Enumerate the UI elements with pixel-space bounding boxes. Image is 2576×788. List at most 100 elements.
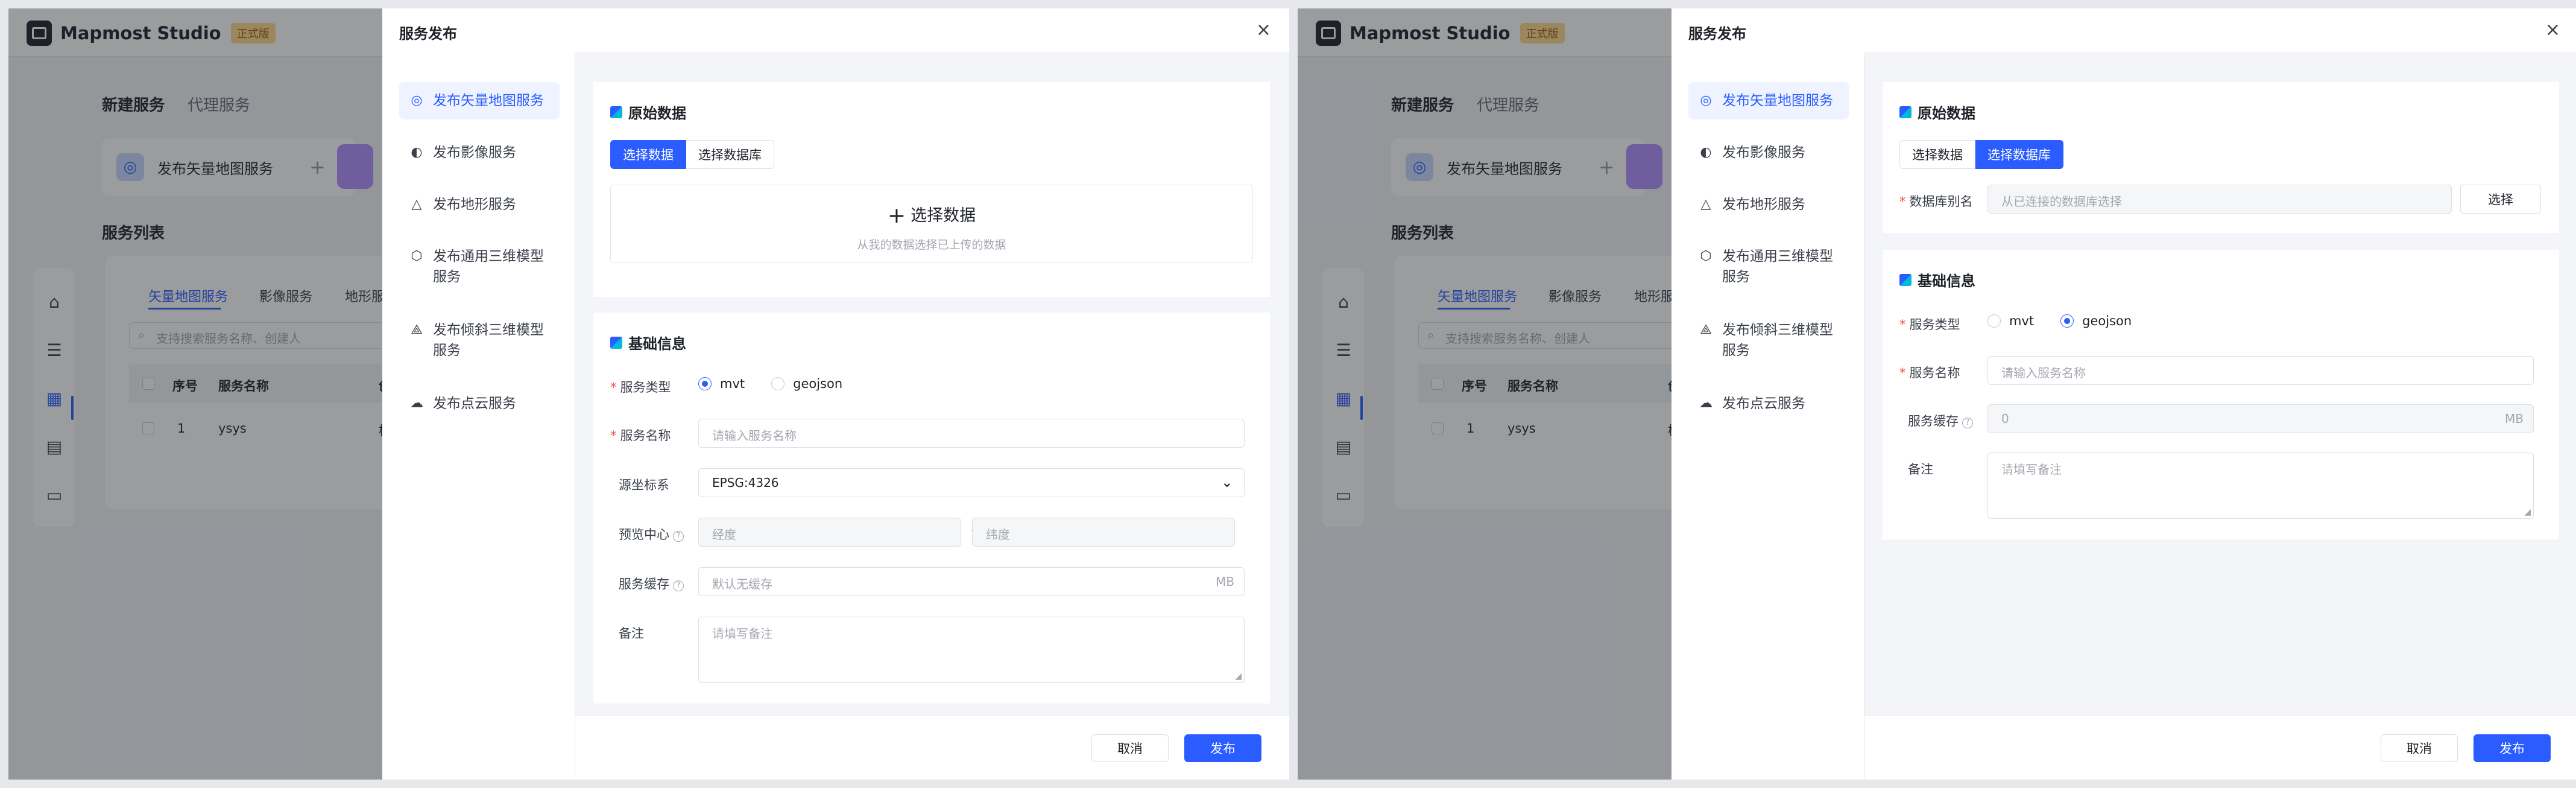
seg-select-data[interactable]: 选择数据 [610,140,686,169]
help-icon: ? [1962,418,1973,428]
section-title: 原始数据 [610,101,686,122]
cache-unit: MB [2505,411,2524,426]
screen-right: Mapmost Studio 正式版 新建服务 代理服务 ◎ 发布矢量地图服务 … [1298,8,2576,780]
publish-modal: 服务发布 × ◎ 发布矢量地图服务 ◐ 发布影像服务 △ 发布地形服务 ⬡ 发布… [1672,8,2576,780]
note-label: 备注 [619,626,644,641]
menu-point-cloud[interactable]: ☁ 发布点云服务 [1688,385,1849,422]
longitude-input[interactable]: 经度 [698,518,961,547]
cancel-button[interactable]: 取消 [1091,734,1169,762]
resize-handle-icon[interactable]: ◢ [2524,507,2531,517]
mountain-icon: △ [1700,197,1711,212]
row-service-name: * 服务名称 请输入服务名称 [610,419,1253,449]
select-data-box[interactable]: + 选择数据 从我的数据选择已上传的数据 [610,185,1253,263]
pyramid-icon: ⟁ [411,322,423,337]
radio-dot [698,377,712,390]
screen-left: Mapmost Studio 正式版 新建服务 代理服务 ◎ 发布矢量地图服务 … [8,8,1289,780]
menu-image[interactable]: ◐ 发布影像服务 [1688,134,1849,171]
close-icon[interactable]: × [2545,19,2560,40]
menu-label: 发布地形服务 [433,197,516,212]
menu-label: 发布倾斜三维模型服务 [1722,322,1833,358]
cache-unit: MB [1216,574,1234,589]
cache-input[interactable]: 默认无缓存 MB [698,567,1245,596]
service-menu: ◎ 发布矢量地图服务 ◐ 发布影像服务 △ 发布地形服务 ⬡ 发布通用三维模型服… [382,52,575,780]
menu-oblique-3d[interactable]: ⟁ 发布倾斜三维模型服务 [399,311,560,369]
cache-label: 服务缓存? [619,574,684,593]
close-icon[interactable]: × [1256,19,1271,40]
basic-section: 基础信息 * 服务类型 mvt geojson * 服务名称 请输入服务名称 源坐标… [593,313,1270,704]
modal-footer: 取消 发布 [1864,716,2576,780]
menu-oblique-3d[interactable]: ⟁ 发布倾斜三维模型服务 [1688,311,1849,369]
menu-terrain[interactable]: △ 发布地形服务 [399,186,560,223]
row-cache: 服务缓存? 0 MB [1899,404,2542,434]
seg-select-data[interactable]: 选择数据 [1899,140,1975,169]
modal-title: 服务发布 [1688,25,1746,42]
service-type-radios: mvt geojson [698,377,869,391]
basic-section: 基础信息 * 服务类型 mvt geojson * 服务名称 请输入服务名称 服务缓… [1883,250,2559,539]
cancel-button[interactable]: 取消 [2381,734,2458,762]
db-alias-input[interactable]: 从已连接的数据库选择 [1987,185,2452,214]
section-title: 基础信息 [1899,269,1975,290]
source-section: 原始数据 选择数据 选择数据库 + 选择数据 从我的数据选择已上传的数据 [593,82,1270,297]
modal-footer: 取消 发布 [575,716,1289,780]
modal-title: 服务发布 [399,25,457,42]
row-cache: 服务缓存? 默认无缓存 MB [610,567,1253,597]
menu-general-3d[interactable]: ⬡ 发布通用三维模型服务 [399,238,560,296]
cloud-icon: ☁ [1699,396,1713,411]
radio-geojson[interactable]: geojson [771,377,842,391]
service-name-input[interactable]: 请输入服务名称 [698,419,1245,448]
menu-label: 发布点云服务 [433,396,516,411]
radio-mvt[interactable]: mvt [1987,314,2034,328]
service-menu: ◎ 发布矢量地图服务 ◐ 发布影像服务 △ 发布地形服务 ⬡ 发布通用三维模型服… [1672,52,1864,780]
radio-dot [2060,314,2074,328]
pick-db-button[interactable]: 选择 [2460,185,2541,214]
row-center: 预览中心? 经度 - 纬度 [610,518,1253,548]
help-icon: ? [673,580,684,591]
menu-terrain[interactable]: △ 发布地形服务 [1688,186,1849,223]
image-globe-icon: ◐ [1700,145,1712,160]
cube-icon: ⬡ [411,249,423,264]
select-data-hint: 从我的数据选择已上传的数据 [857,238,1006,252]
radio-dot [1987,314,2001,328]
cache-input[interactable]: 0 MB [1987,404,2534,433]
row-service-type: * 服务类型 mvt geojson [610,370,1253,401]
note-textarea[interactable]: 请填写备注 ◢ [698,617,1245,683]
publish-modal: 服务发布 × ◎ 发布矢量地图服务 ◐ 发布影像服务 △ 发布地形服务 ⬡ 发布… [382,8,1289,780]
menu-label: 发布地形服务 [1722,197,1805,212]
section-mark-icon [610,336,622,349]
image-globe-icon: ◐ [411,145,423,160]
menu-general-3d[interactable]: ⬡ 发布通用三维模型服务 [1688,238,1849,296]
select-data-label: + 选择数据 [887,203,976,228]
service-name-input[interactable]: 请输入服务名称 [1987,356,2534,385]
plus-icon: + [887,203,906,228]
note-label: 备注 [1908,462,1933,477]
row-crs: 源坐标系 EPSG:4326 ⌄ [610,468,1253,498]
menu-point-cloud[interactable]: ☁ 发布点云服务 [399,385,560,422]
modal-content: 原始数据 选择数据 选择数据库 * 数据库别名 从已连接的数据库选择 选择 基础信… [1864,52,2576,716]
radio-mvt[interactable]: mvt [698,377,745,391]
publish-button[interactable]: 发布 [1184,734,1261,762]
menu-label: 发布点云服务 [1722,396,1805,411]
note-textarea[interactable]: 请填写备注 ◢ [1987,453,2534,519]
resize-handle-icon[interactable]: ◢ [1235,672,1242,681]
section-title: 原始数据 [1899,101,1975,122]
menu-image[interactable]: ◐ 发布影像服务 [399,134,560,171]
menu-vector[interactable]: ◎ 发布矢量地图服务 [399,82,560,119]
crs-select[interactable]: EPSG:4326 ⌄ [698,468,1245,497]
publish-button[interactable]: 发布 [2473,734,2551,762]
seg-select-db[interactable]: 选择数据库 [686,140,774,169]
service-type-radios: mvt geojson [1987,314,2158,328]
radio-geojson[interactable]: geojson [2060,314,2132,328]
globe-icon: ◎ [411,93,423,108]
basic-title: 基础信息 [628,335,686,352]
latitude-input[interactable]: 纬度 [972,518,1235,547]
seg-select-db[interactable]: 选择数据库 [1975,140,2063,169]
menu-vector[interactable]: ◎ 发布矢量地图服务 [1688,82,1849,119]
source-title: 原始数据 [628,105,686,122]
row-note: 备注 请填写备注 ◢ [1899,453,2542,519]
center-label: 预览中心? [619,525,684,543]
service-name-label: * 服务名称 [1899,366,1960,380]
service-type-label: * 服务类型 [1899,317,1960,332]
menu-label: 发布通用三维模型服务 [433,249,544,285]
menu-label: 发布倾斜三维模型服务 [433,322,544,358]
source-switch: 选择数据 选择数据库 [610,140,774,169]
